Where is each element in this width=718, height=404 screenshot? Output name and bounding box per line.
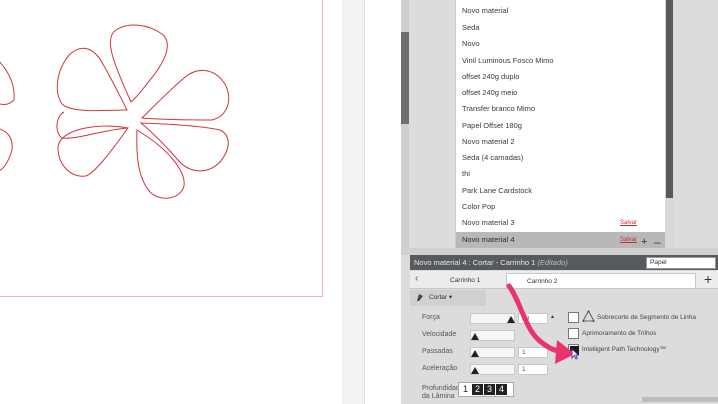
passes-label: Passadas (422, 348, 453, 355)
material-item[interactable]: Seda (4 camadas) (456, 150, 667, 166)
material-item[interactable]: Novo (456, 36, 667, 52)
material-item[interactable]: thi (456, 166, 667, 182)
material-list-wrapper: Novo material Seda Novo Vinil Luminous F… (0, 0, 674, 249)
add-tab-button[interactable]: + (704, 271, 712, 287)
force-value[interactable]: 28 (518, 313, 548, 324)
force-slider-thumb[interactable] (507, 316, 515, 323)
material-item[interactable]: Color Pop (456, 199, 667, 215)
speed-label: Velocidade (422, 331, 457, 338)
material-list-scroll-thumb[interactable] (666, 0, 673, 198)
tab-carriage-2[interactable]: Carrinho 2 (506, 273, 696, 288)
material-item[interactable]: Novo material 3 Salvar (456, 215, 667, 231)
material-item[interactable]: offset 240g meio (456, 85, 667, 101)
track-enhancing-label: Aprimoramento de Trilhos (582, 330, 657, 337)
force-slider[interactable] (470, 313, 515, 324)
material-item[interactable]: Transfer branco Mimo (456, 101, 667, 117)
track-enhancing-checkbox[interactable] (568, 328, 579, 339)
cut-action-label: Cortar ▾ (429, 294, 453, 301)
material-item[interactable]: Seda (456, 20, 667, 36)
force-spinner[interactable]: ▲ (550, 314, 555, 320)
carriage-tabs: ‹ Carrinho 1 Carrinho 2 + (410, 271, 718, 289)
action-row: Cortar ▾ (410, 290, 718, 306)
save-link[interactable]: Salvar (620, 232, 637, 248)
acceleration-slider-thumb[interactable] (471, 367, 479, 374)
speed-slider-thumb[interactable] (471, 333, 479, 340)
save-link[interactable]: Salvar (620, 215, 637, 231)
mouse-pointer-icon (571, 348, 579, 360)
blade-depth-selector[interactable]: 1 2 3 4 (458, 382, 514, 397)
speed-slider[interactable] (470, 330, 515, 341)
material-item[interactable]: Vinil Luminous Fosco Mimo (456, 53, 667, 69)
remove-material-button[interactable]: – (654, 235, 661, 249)
cut-action-dropdown[interactable]: Cortar ▾ (410, 290, 486, 306)
material-list: Novo material Seda Novo Vinil Luminous F… (455, 0, 667, 249)
material-item[interactable]: Papel Offset 180g (456, 118, 667, 134)
material-type-select[interactable]: Papel (646, 257, 716, 269)
option-track-enhancing[interactable]: Aprimoramento de Trilhos (568, 328, 718, 340)
blade-digit[interactable]: 4 (496, 384, 507, 395)
material-status-bar: Novo material 4 : Cortar - Carrinho 1 (E… (410, 255, 718, 270)
option-overcut[interactable]: Sobrecorte de Segmento de Linha (568, 310, 718, 324)
option-intelligent-path[interactable]: Intelligent Path Technology™ (568, 344, 718, 356)
blade-icon (417, 294, 423, 301)
passes-slider-thumb[interactable] (471, 350, 479, 357)
acceleration-slider[interactable] (470, 364, 515, 375)
blade-digit[interactable]: 2 (472, 384, 483, 395)
bottom-scrollbar[interactable] (642, 397, 718, 402)
overcut-checkbox[interactable] (568, 312, 579, 323)
triangle-nodes-icon (582, 310, 595, 322)
material-item[interactable]: Novo material (456, 3, 667, 19)
intelligent-path-label: Intelligent Path Technology™ (582, 346, 667, 353)
add-material-button[interactable]: + (641, 236, 647, 248)
blade-depth-label: Profundidade da Lâmina (422, 385, 464, 400)
status-title: Novo material 4 : Cortar - Carrinho 1 (E… (414, 258, 568, 267)
blade-digit[interactable]: 1 (460, 384, 471, 395)
passes-slider[interactable] (470, 347, 515, 358)
force-label: Força (422, 314, 440, 321)
blade-digit[interactable]: 3 (484, 384, 495, 395)
tab-carriage-1[interactable]: Carrinho 1 (430, 273, 506, 288)
list-footer (401, 248, 718, 255)
material-item-selected[interactable]: Novo material 4 Salvar (456, 232, 667, 249)
overcut-label: Sobrecorte de Segmento de Linha (597, 314, 697, 321)
chevron-left-icon[interactable]: ‹ (415, 273, 418, 284)
cut-settings: Força 28 ▲ Velocidade Passadas 1 Acelera… (410, 306, 718, 404)
material-item[interactable]: Park Lane Cardstock (456, 183, 667, 199)
acceleration-value[interactable]: 1 (518, 364, 548, 375)
acceleration-label: Aceleração (422, 365, 458, 372)
passes-value[interactable]: 1 (518, 347, 548, 358)
material-item[interactable]: offset 240g duplo (456, 69, 667, 85)
material-item[interactable]: Novo material 2 (456, 134, 667, 150)
